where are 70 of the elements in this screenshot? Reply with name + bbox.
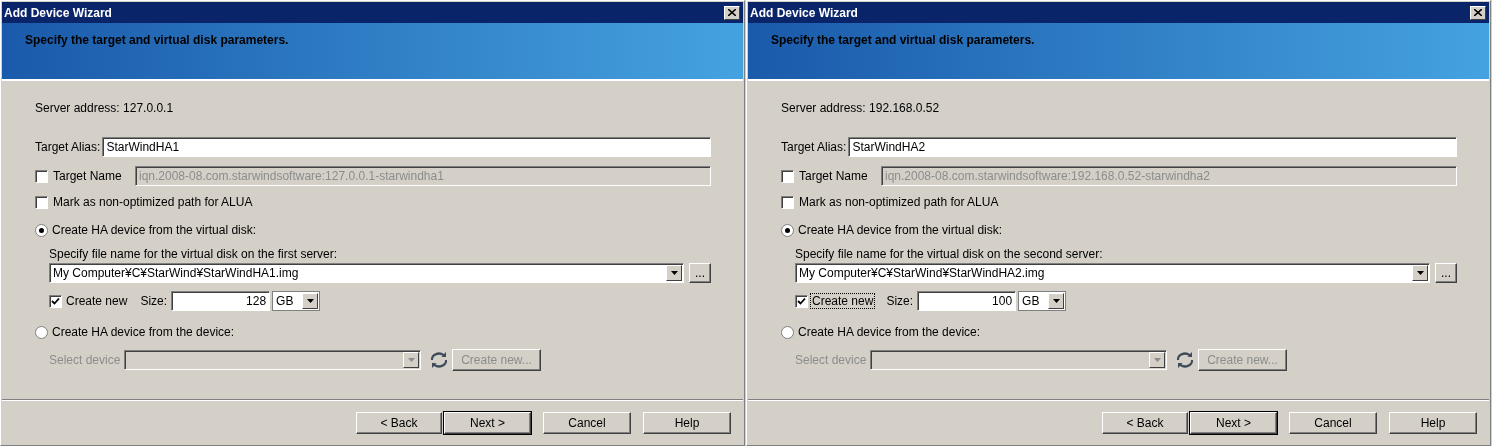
checkbox[interactable] <box>795 294 808 308</box>
radio-label: Create HA device from the device: <box>52 325 235 339</box>
wizard-button[interactable]: < Back <box>1102 412 1188 434</box>
checkbox-label: Mark as non-optimized path for ALUA <box>53 195 253 209</box>
checkbox[interactable] <box>49 294 62 308</box>
checkbox[interactable] <box>35 169 48 183</box>
wizard-button[interactable]: Cancel <box>543 412 631 434</box>
dropdown-arrow-icon <box>407 358 415 362</box>
checkbox[interactable] <box>781 195 794 209</box>
radio-button[interactable] <box>781 223 794 237</box>
file-path-combo-box[interactable]: My Computer¥C¥StarWind¥StarWindHA1.img <box>49 263 684 283</box>
header-text: Specify the target and virtual disk parameters. <box>25 33 289 47</box>
dropdown-arrow-icon <box>1052 299 1060 303</box>
field-label: Specify file name for the virtual disk on the first server: <box>49 247 338 261</box>
window-title: Add Device Wizard <box>750 5 858 20</box>
wizard-button[interactable]: < Back <box>356 412 442 434</box>
field-label: Size: <box>886 294 914 308</box>
radio-button[interactable] <box>35 223 48 237</box>
wizard-button[interactable]: Help <box>643 412 731 434</box>
unit-dropdown[interactable]: GB <box>272 291 321 311</box>
refresh-icon[interactable] <box>1176 352 1194 368</box>
dropdown-arrow-icon <box>1416 271 1424 275</box>
window-title: Add Device Wizard <box>4 5 112 20</box>
dropdown-arrow-icon <box>670 271 678 275</box>
radio-button[interactable] <box>781 325 794 339</box>
dropdown-arrow-icon <box>306 299 314 303</box>
field-label: Target Alias: <box>781 140 847 154</box>
combo-value: My Computer¥C¥StarWind¥StarWindHA1.img <box>53 266 299 280</box>
dropdown-value: GB <box>276 294 294 308</box>
size-input-field[interactable]: 100 <box>917 291 1017 311</box>
header-text: Specify the target and virtual disk parameters. <box>771 33 1035 47</box>
browse-button[interactable]: ... <box>689 263 711 283</box>
device-combo-box[interactable] <box>870 350 1167 370</box>
field-label: Target Alias: <box>35 140 101 154</box>
file-path-combo-box[interactable]: My Computer¥C¥StarWind¥StarWindHA2.img <box>795 263 1430 283</box>
checkbox[interactable] <box>35 195 48 209</box>
dropdown-value: GB <box>1022 294 1040 308</box>
dropdown-arrow-icon <box>1153 358 1161 362</box>
size-input-field[interactable]: 128 <box>171 291 271 311</box>
server-address: Server address: 192.168.0.52 <box>781 101 940 115</box>
field-label: Select device <box>49 353 122 367</box>
device-combo-box[interactable] <box>124 350 421 370</box>
alias-input-field[interactable]: StarWindHA1 <box>102 137 711 157</box>
field-label: Specify file name for the virtual disk on the second server: <box>795 247 1103 261</box>
wizard-button[interactable]: Next > <box>444 412 531 434</box>
field-label: Size: <box>140 294 168 308</box>
close-button[interactable] <box>1470 5 1486 20</box>
combo-value: My Computer¥C¥StarWind¥StarWindHA2.img <box>799 266 1045 280</box>
browse-button[interactable]: ... <box>1435 263 1457 283</box>
wizard-button[interactable]: Cancel <box>1289 412 1377 434</box>
server-address: Server address: 127.0.0.1 <box>35 101 174 115</box>
wizard-button[interactable]: Next > <box>1190 412 1277 434</box>
checkbox-label: Create new <box>811 294 875 308</box>
radio-button[interactable] <box>35 325 48 339</box>
checkbox-label: Target Name <box>53 169 123 183</box>
checkbox-label: Mark as non-optimized path for ALUA <box>799 195 999 209</box>
radio-label: Create HA device from the virtual disk: <box>798 223 1003 237</box>
checkbox-label: Create new <box>65 294 129 308</box>
close-icon <box>728 9 736 16</box>
close-icon <box>1474 9 1482 16</box>
checkbox[interactable] <box>781 169 794 183</box>
field-label: Select device <box>795 353 868 367</box>
refresh-icon[interactable] <box>430 352 448 368</box>
checkbox-label: Target Name <box>799 169 869 183</box>
alias-input-field[interactable]: StarWindHA2 <box>848 137 1457 157</box>
close-button[interactable] <box>724 5 740 20</box>
radio-label: Create HA device from the device: <box>798 325 981 339</box>
unit-dropdown[interactable]: GB <box>1018 291 1067 311</box>
wizard-button[interactable]: Help <box>1389 412 1477 434</box>
radio-label: Create HA device from the virtual disk: <box>52 223 257 237</box>
